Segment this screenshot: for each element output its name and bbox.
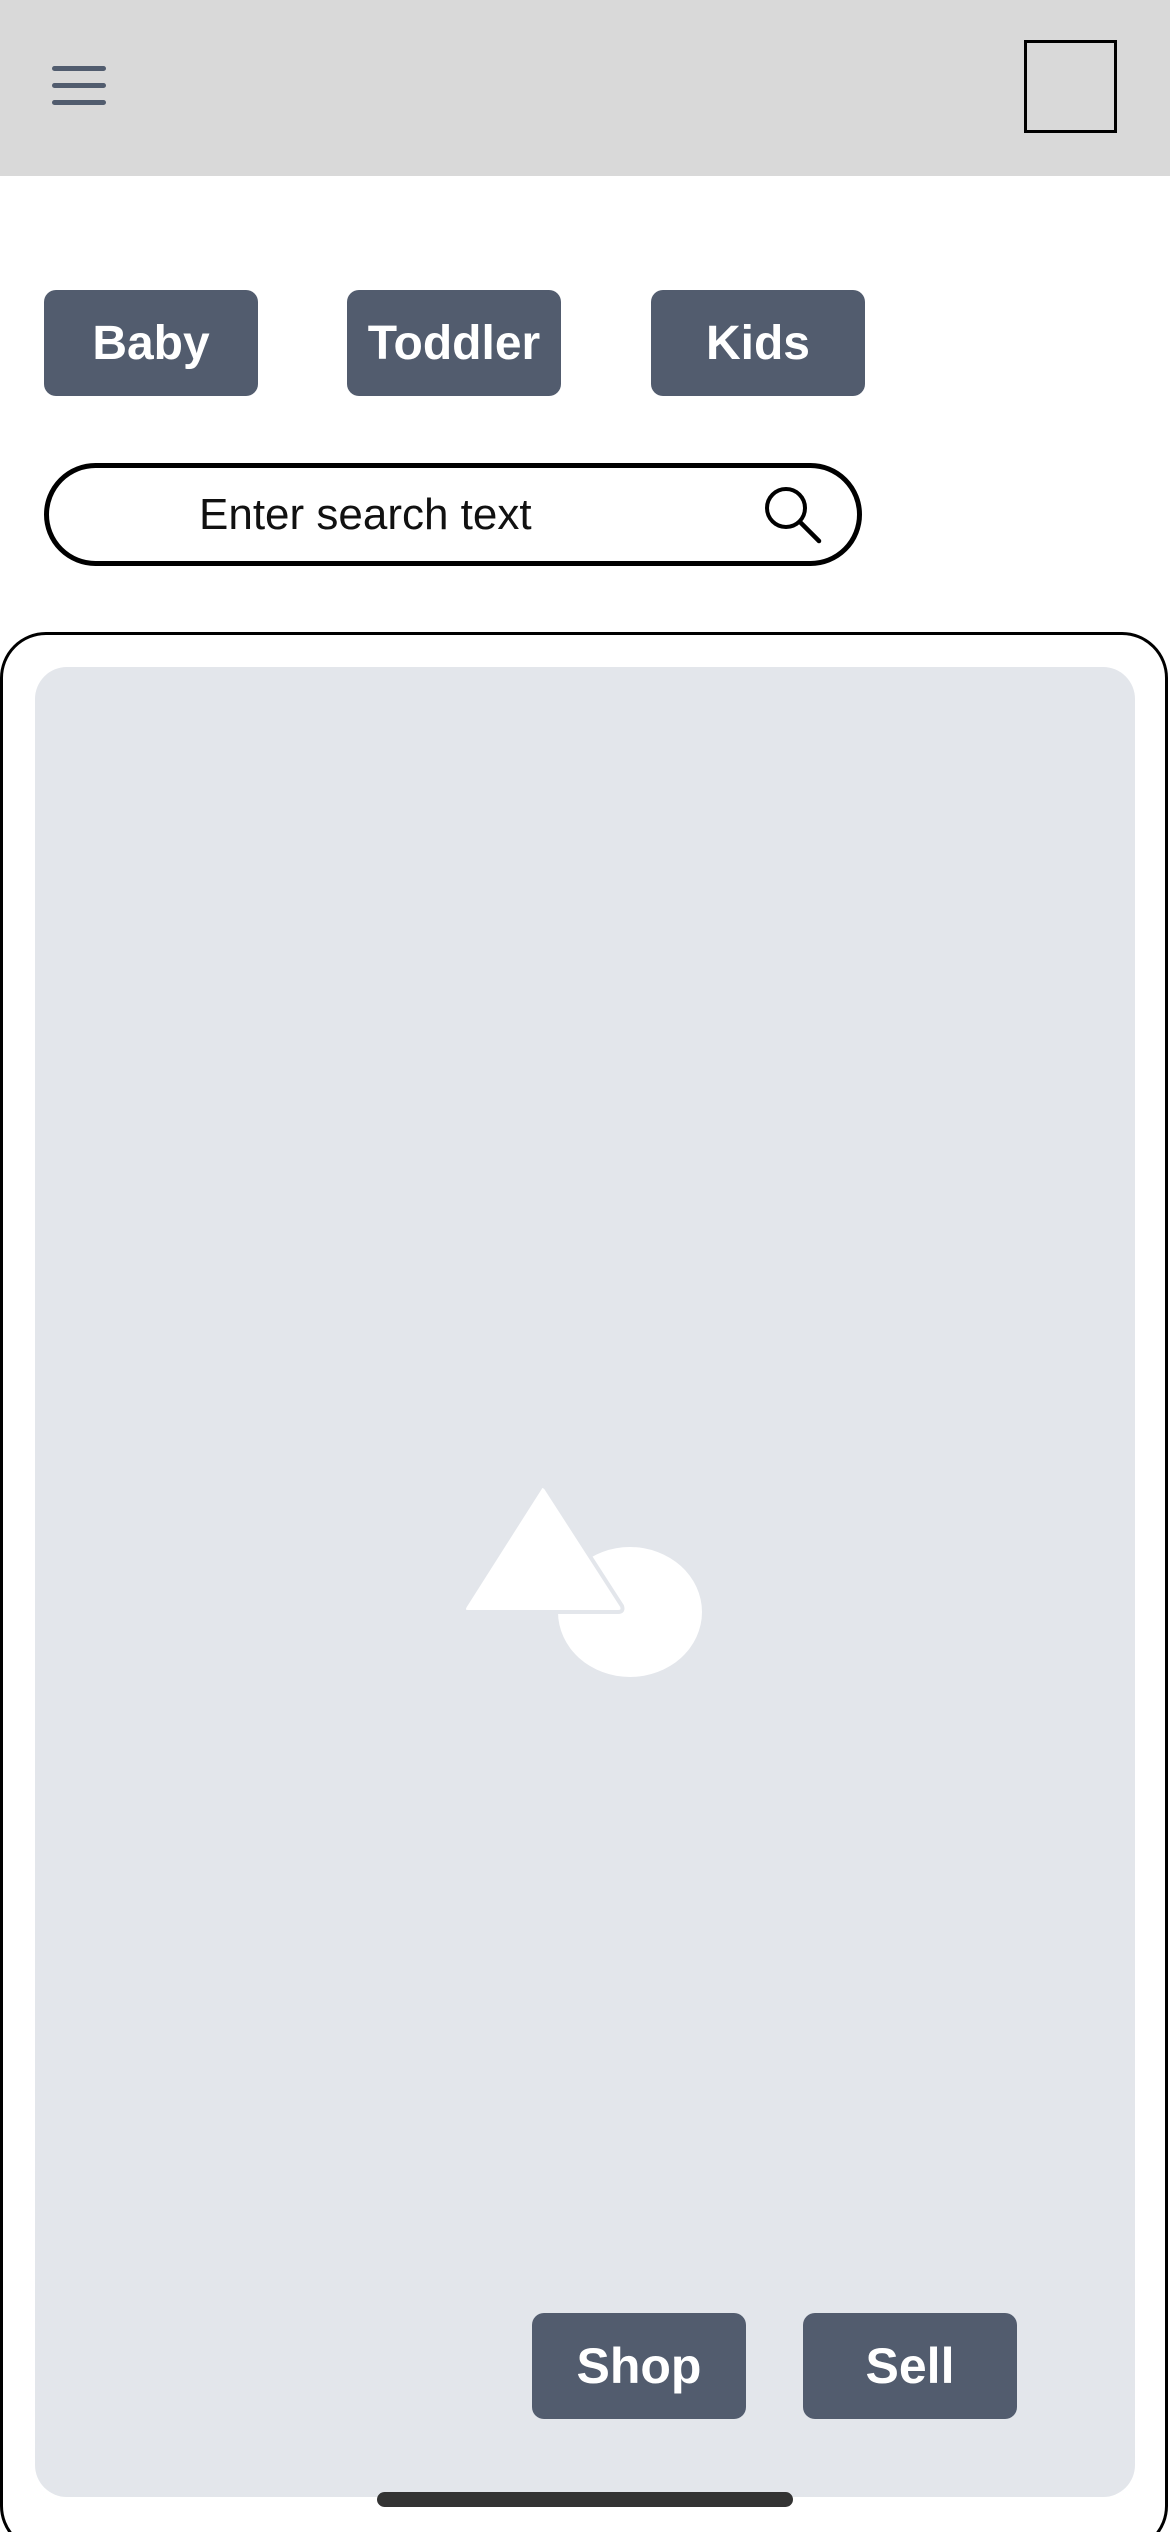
search-input[interactable] [199,484,759,546]
home-indicator[interactable] [377,2492,793,2507]
profile-placeholder-box[interactable] [1024,40,1117,133]
category-baby-button[interactable]: Baby [44,290,258,396]
menu-line [52,100,106,105]
image-placeholder-icon [462,1484,702,1677]
search-icon[interactable] [762,484,824,546]
category-kids-button[interactable]: Kids [651,290,865,396]
category-toddler-button[interactable]: Toddler [347,290,561,396]
menu-line [52,66,106,71]
top-app-bar [0,0,1170,176]
hamburger-menu-icon[interactable] [44,58,114,114]
search-bar [44,463,862,566]
sell-button[interactable]: Sell [803,2313,1017,2419]
app-screen: Baby Toddler Kids Shop Sell [0,0,1170,2532]
menu-line [52,83,106,88]
shop-button[interactable]: Shop [532,2313,746,2419]
